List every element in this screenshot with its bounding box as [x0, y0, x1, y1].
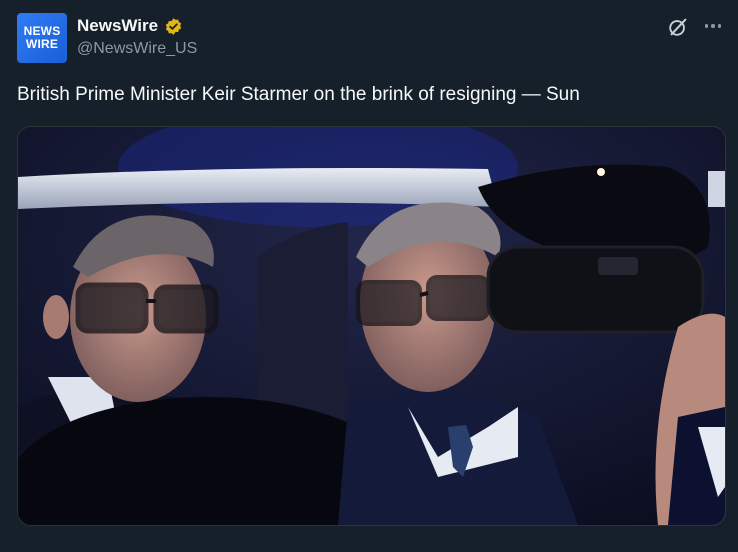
car-photo-illustration	[18, 127, 725, 525]
verified-badge-icon	[165, 17, 182, 35]
author-name-row: NewsWire	[77, 16, 183, 36]
handle[interactable]: @NewsWire_US	[77, 40, 197, 58]
tweet-photo[interactable]	[17, 126, 726, 526]
tweet-text: British Prime Minister Keir Starmer on t…	[17, 84, 580, 105]
display-name[interactable]: NewsWire	[77, 16, 158, 36]
more-dot	[711, 24, 715, 28]
more-dot	[704, 24, 709, 28]
more-dot	[717, 24, 722, 28]
avatar[interactable]: NEWS WIRE	[17, 13, 67, 63]
avatar-line-2: WIRE	[25, 37, 59, 51]
more-icon[interactable]	[702, 16, 724, 36]
grok-icon[interactable]	[667, 16, 689, 38]
